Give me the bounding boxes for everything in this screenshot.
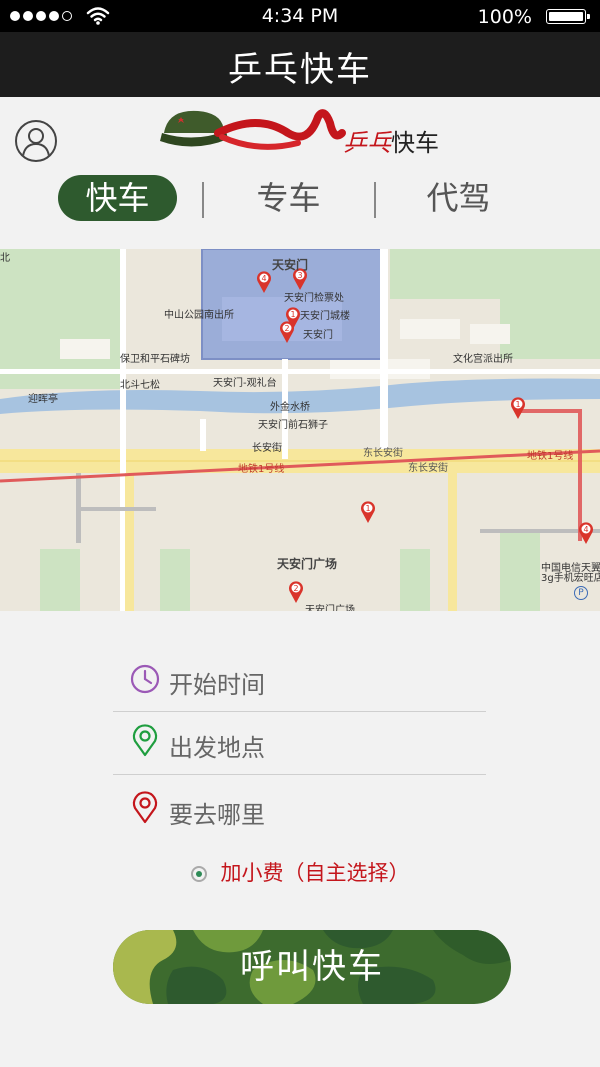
map-pin-icon[interactable]: 2 xyxy=(288,580,304,604)
map-pin-icon[interactable]: 4 xyxy=(256,270,272,294)
call-button-label: 呼叫快车 xyxy=(240,947,384,987)
logo-text-red: 乒乓 xyxy=(343,129,391,157)
brand-logo: 乒乓快车 xyxy=(158,103,458,167)
navigation-bar: 乒乓快车 xyxy=(0,32,600,97)
departure-field[interactable]: 出发地点 xyxy=(113,712,486,775)
start-time-label: 开始时间 xyxy=(169,671,265,699)
extra-fee-option[interactable]: 加小费（自主选择） xyxy=(0,857,600,887)
parking-icon: P xyxy=(574,586,588,600)
start-time-field[interactable]: 开始时间 xyxy=(113,649,486,712)
map-label: 天安门-观礼台 xyxy=(213,378,277,389)
trip-form: 开始时间 出发地点 要去哪里 加小费（自主选择） xyxy=(0,633,600,903)
destination-label: 要去哪里 xyxy=(169,801,265,829)
map-label: 外金水桥 xyxy=(270,402,310,413)
map-view[interactable]: 4 3 1 2 1 4 1 2 天安门 天安门检票处 天安门城楼 天安门 中山公… xyxy=(0,249,600,611)
radio-icon[interactable] xyxy=(190,866,207,882)
destination-field[interactable]: 要去哪里 xyxy=(113,779,486,841)
map-label: 天安门广场 xyxy=(277,557,338,571)
map-label: 中山公园南出所 xyxy=(164,310,234,321)
map-label: 天安门检票处 xyxy=(284,293,344,304)
map-label: 东长安街 xyxy=(408,463,448,474)
map-label: 北 xyxy=(0,253,10,264)
map-label: 长安街 xyxy=(252,443,282,454)
destination-pin-icon xyxy=(132,791,158,824)
marker-number: 1 xyxy=(365,504,370,513)
call-express-button[interactable]: 呼叫快车 xyxy=(113,930,511,1004)
logo-text-black: 快车 xyxy=(391,129,439,157)
map-pin-icon[interactable]: 4 xyxy=(578,521,594,545)
map-label: 天安门 xyxy=(303,330,333,341)
tab-premium[interactable]: 专车 xyxy=(229,175,348,221)
tab-express[interactable]: 快车 xyxy=(58,175,177,221)
map-label: 迎晖亭 xyxy=(28,394,58,405)
location-pin-icon xyxy=(132,724,158,757)
tab-designated-driver[interactable]: 代驾 xyxy=(399,175,518,221)
map-label: 天安门城楼 xyxy=(300,311,350,322)
map-label: 天安门前石狮子 xyxy=(258,420,328,431)
clock-icon xyxy=(130,664,160,694)
service-tabs: 快车 专车 代驾 xyxy=(0,173,600,223)
map-label: 保卫和平石碑坊 xyxy=(120,354,190,365)
marker-number: 2 xyxy=(284,324,289,333)
map-label: 3g手机宏旺店 xyxy=(541,573,600,584)
tab-divider xyxy=(374,182,376,218)
map-label: 天安门广场 xyxy=(305,605,355,611)
logo-text: 乒乓快车 xyxy=(343,123,439,158)
marker-number: 4 xyxy=(261,274,266,283)
map-pin-icon[interactable]: 1 xyxy=(510,396,526,420)
map-label: 地铁1号线 xyxy=(238,464,285,475)
marker-number: 1 xyxy=(515,400,520,409)
user-avatar-icon[interactable] xyxy=(15,120,57,162)
extra-fee-label: 加小费（自主选择） xyxy=(220,861,410,885)
marker-number: 1 xyxy=(290,310,295,319)
map-label: 天安门 xyxy=(272,258,309,272)
marker-number: 4 xyxy=(583,525,588,534)
marker-number: 2 xyxy=(293,584,298,593)
map-label: 东长安街 xyxy=(363,448,403,459)
map-label: 地铁1号线 xyxy=(527,451,574,462)
page-title: 乒乓快车 xyxy=(228,50,372,90)
map-pin-icon[interactable]: 2 xyxy=(279,320,295,344)
map-pin-icon[interactable]: 1 xyxy=(360,500,376,524)
brand-header: 乒乓快车 快车 专车 代驾 xyxy=(0,97,600,249)
status-bar: 4:34 PM 100% xyxy=(0,0,600,32)
map-label: 北斗七松 xyxy=(120,380,160,391)
map-label: 文化宫派出所 xyxy=(453,354,513,365)
battery-icon xyxy=(546,9,590,24)
battery-percent: 100% xyxy=(477,6,532,28)
departure-label: 出发地点 xyxy=(169,734,265,762)
tab-divider xyxy=(202,182,204,218)
